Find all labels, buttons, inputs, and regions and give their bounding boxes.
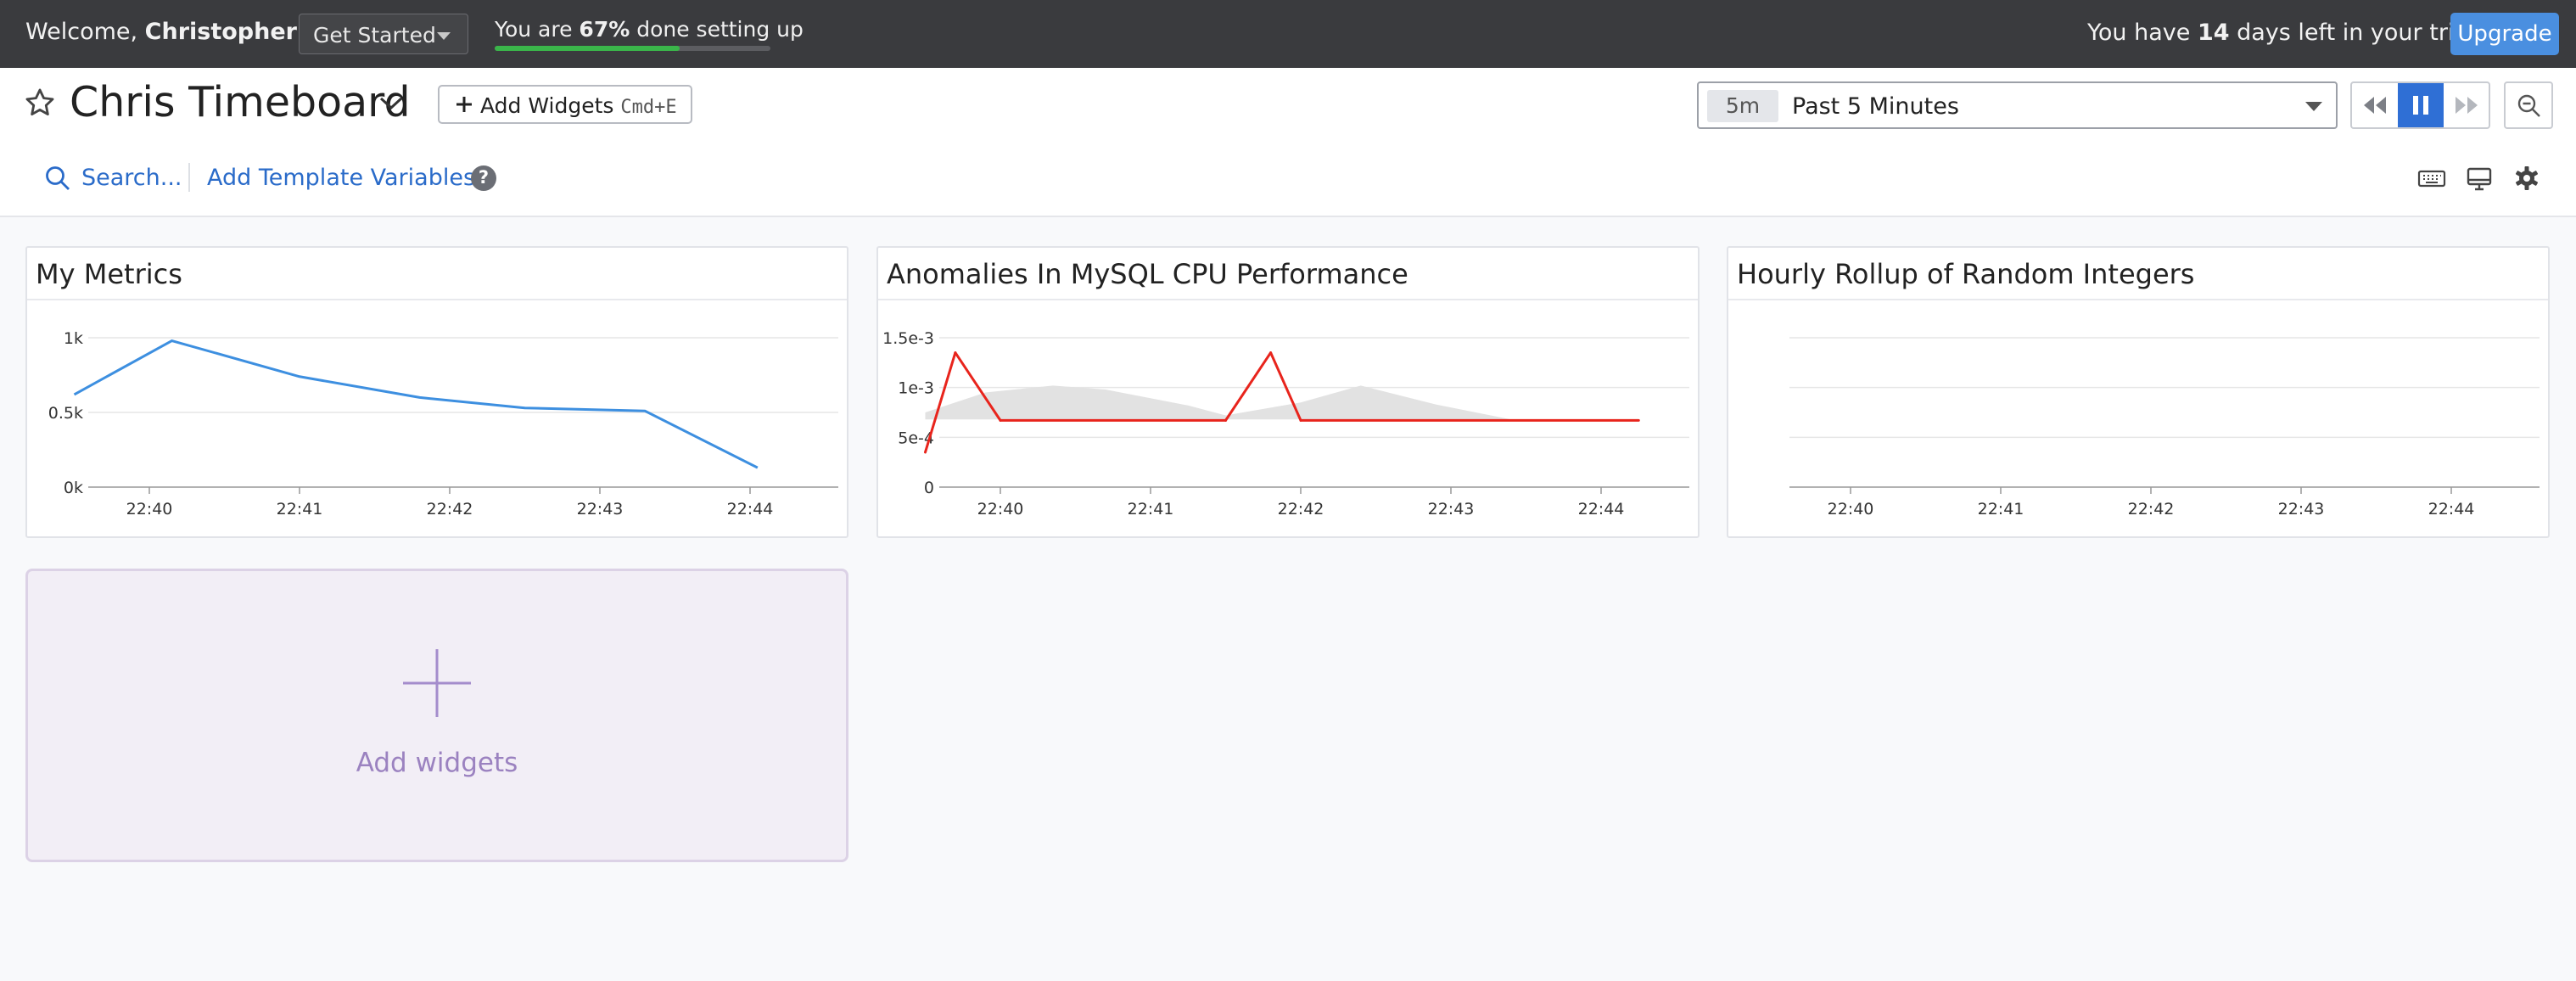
x-tick-label: 22:40	[126, 500, 173, 519]
x-tick-label: 22:42	[427, 500, 473, 519]
x-tick-label: 22:42	[2128, 500, 2175, 519]
x-tick-label: 22:41	[1978, 500, 2024, 519]
anomaly-band	[925, 385, 1639, 420]
x-tick-label: 22:43	[1428, 500, 1475, 519]
pause-button[interactable]	[2398, 83, 2444, 127]
gear-icon[interactable]	[2512, 163, 2542, 193]
trial-suffix: days left in your trial.	[2229, 20, 2483, 46]
top-banner: Welcome, Christopher! Get Started You ar…	[0, 0, 2576, 68]
add-widgets-shortcut: Cmd+E	[620, 97, 677, 118]
add-widgets-button[interactable]: Add Widgets Cmd+E	[438, 85, 692, 124]
welcome-prefix: Welcome,	[25, 19, 145, 45]
plus-icon	[456, 97, 472, 112]
trial-notice: You have 14 days left in your trial.	[2087, 20, 2482, 46]
monitor-icon[interactable]	[2464, 163, 2495, 193]
y-tick-label: 0	[924, 479, 934, 497]
x-tick-label: 22:43	[2278, 500, 2325, 519]
rewind-button[interactable]	[2352, 83, 2398, 127]
progress-prefix: You are	[495, 17, 580, 42]
help-icon[interactable]: ?	[471, 165, 496, 191]
keyboard-icon[interactable]	[2416, 163, 2447, 193]
fast-forward-icon	[2456, 97, 2478, 114]
widget-my-metrics[interactable]: My Metrics 0k 0.5k 1k 22:40 22:41 22:42 22:43 2…	[25, 246, 848, 538]
widget-hourly-rollup[interactable]: Hourly Rollup of Random Integers 22:40 22…	[1727, 246, 2550, 538]
setup-progress-fill	[495, 46, 680, 51]
x-tick-label: 22:44	[1578, 500, 1625, 519]
add-widgets-card-label: Add widgets	[356, 748, 518, 778]
zoom-out-button[interactable]	[2504, 81, 2553, 129]
widget-mysql-anomalies[interactable]: Anomalies In MySQL CPU Performance 0 5e-4…	[876, 246, 1700, 538]
chart-mysql-anomalies: 05e-41e-31.5e-322:40 22:41 22:42 22:43 22:44	[882, 329, 1689, 519]
y-tick-label: 0k	[64, 479, 83, 497]
y-tick-label: 0.5k	[48, 404, 83, 423]
trial-prefix: You have	[2087, 20, 2198, 46]
upgrade-button[interactable]: Upgrade	[2450, 13, 2559, 55]
progress-suffix: done setting up	[630, 17, 804, 42]
search-label: Search...	[81, 165, 182, 191]
chart-hourly-rollup: 22:40 22:41 22:42 22:43 22:44	[1789, 337, 2540, 519]
progress-percent: 67%	[579, 17, 630, 42]
widget-title: Hourly Rollup of Random Integers	[1737, 258, 2195, 290]
x-tick-label: 22:43	[577, 500, 624, 519]
x-tick-label: 22:42	[1278, 500, 1324, 519]
pause-icon	[2413, 96, 2428, 115]
dashboard-title[interactable]: Chris Timeboard	[70, 78, 411, 126]
setup-progress-text: You are 67% done setting up	[495, 17, 804, 42]
fast-forward-button[interactable]	[2444, 83, 2489, 127]
y-tick-label: 1e-3	[898, 379, 934, 398]
time-range-label: Past 5 Minutes	[1792, 93, 1959, 120]
search-icon	[46, 166, 70, 190]
trial-days: 14	[2197, 20, 2230, 46]
add-template-variables-link[interactable]: Add Template Variables	[207, 165, 475, 191]
x-tick-label: 22:40	[1828, 500, 1874, 519]
plus-icon	[403, 649, 471, 717]
add-widgets-card[interactable]: Add widgets	[25, 569, 848, 862]
widget-title: Anomalies In MySQL CPU Performance	[887, 258, 1408, 290]
caret-down-icon	[2305, 102, 2322, 111]
star-icon[interactable]	[24, 87, 56, 119]
x-tick-label: 22:41	[277, 500, 323, 519]
chart-my-metrics: 0k 0.5k 1k 22:40 22:41 22:42 22:43 22:44	[48, 329, 838, 519]
x-tick-label: 22:44	[727, 500, 774, 519]
y-tick-label: 1.5e-3	[882, 329, 934, 348]
divider	[188, 163, 190, 192]
time-range-selector[interactable]: 5m Past 5 Minutes	[1697, 81, 2338, 129]
setup-progress-bar	[495, 46, 770, 51]
zoom-out-icon	[2517, 94, 2540, 117]
series-line	[73, 339, 759, 469]
widget-title: My Metrics	[36, 258, 182, 290]
rewind-icon	[2364, 97, 2386, 114]
user-name: Christopher	[144, 19, 297, 45]
time-range-short: 5m	[1707, 90, 1778, 122]
x-tick-label: 22:44	[2428, 500, 2475, 519]
caret-down-icon	[437, 32, 451, 40]
add-widgets-label: Add Widgets	[480, 93, 614, 118]
get-started-dropdown[interactable]: Get Started	[299, 14, 468, 54]
x-tick-label: 22:41	[1128, 500, 1174, 519]
y-tick-label: 1k	[64, 329, 83, 348]
get-started-label: Get Started	[313, 23, 436, 48]
playback-controls	[2350, 81, 2490, 129]
welcome-text: Welcome, Christopher!	[25, 19, 306, 45]
x-tick-label: 22:40	[977, 500, 1024, 519]
chevron-down-icon[interactable]	[378, 93, 404, 114]
